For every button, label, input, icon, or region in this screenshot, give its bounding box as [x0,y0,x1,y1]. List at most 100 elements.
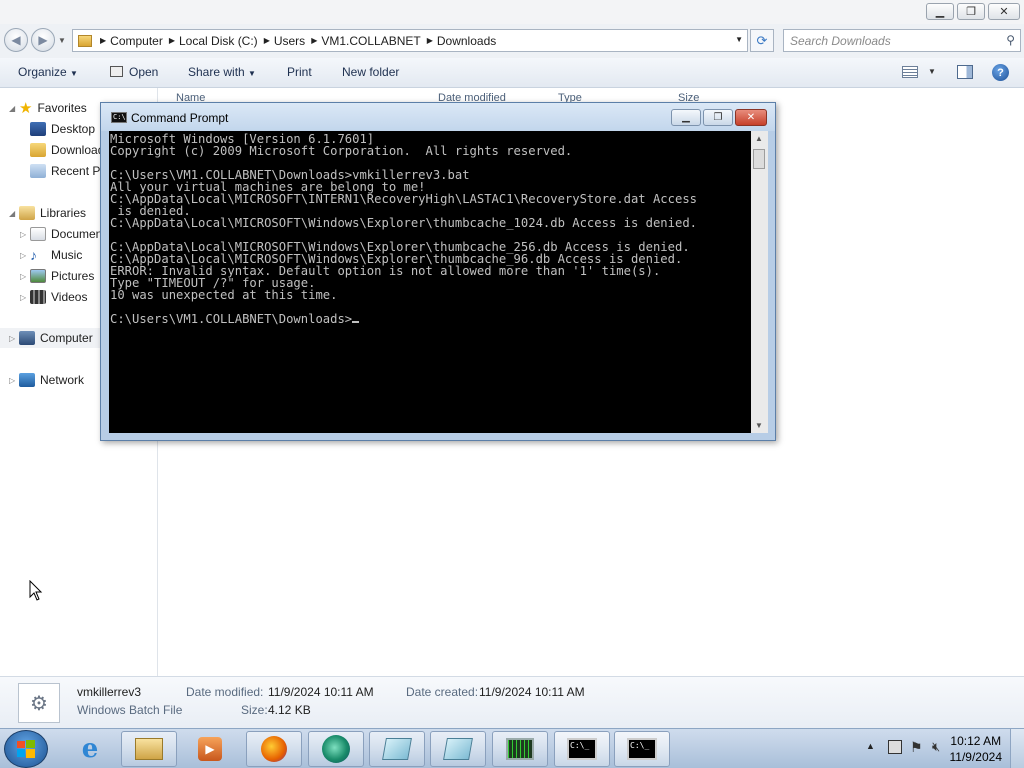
task-manager-icon [506,738,534,760]
start-button[interactable] [4,730,48,768]
share-with-button[interactable]: Share with ▼ [188,65,256,79]
videos-icon [30,290,46,304]
minimize-button[interactable]: ▁ [926,3,954,20]
cmd-close-button[interactable]: ✕ [735,109,767,126]
breadcrumb-arrow-icon[interactable]: ▶ [264,36,270,45]
batch-file-icon: ⚙ [18,683,60,723]
breadcrumb-arrow-icon[interactable]: ▶ [427,36,433,45]
recent-places-icon [30,164,46,178]
details-file-type: Windows Batch File [77,703,183,717]
breadcrumb-arrow-icon[interactable]: ▶ [169,36,175,45]
console-prompt: C:\Users\VM1.COLLABNET\Downloads> [110,312,353,326]
refresh-button[interactable]: ⟳ [750,29,774,52]
help-icon[interactable]: ? [992,64,1009,81]
breadcrumb-users[interactable]: Users [274,34,305,48]
taskbar-app-edge[interactable] [308,731,364,767]
details-size: 4.12 KB [268,703,311,717]
expander-icon[interactable]: ▷ [20,272,30,281]
taskbar-command-prompt-1[interactable]: C:\_ [554,731,610,767]
clock-date: 11/9/2024 [949,750,1003,764]
details-size-label: Size: [241,703,268,717]
cmd-icon: C:\_ [627,738,657,760]
taskbar-firefox[interactable] [246,731,302,767]
address-bar[interactable]: ▶ Computer ▶ Local Disk (C:) ▶ Users ▶ V… [72,29,748,52]
breadcrumb-local-disk[interactable]: Local Disk (C:) [179,34,258,48]
command-prompt-title-bar[interactable]: C:\ Command Prompt ▁ ❐ ✕ [101,103,775,131]
scroll-down-icon[interactable]: ▼ [755,421,763,430]
command-bar: Organize ▼ Open Share with ▼ Print New f… [0,58,1024,88]
show-desktop-button[interactable] [1010,729,1024,768]
breadcrumb-user-folder[interactable]: VM1.COLLABNET [321,34,420,48]
folder-icon [78,34,92,47]
close-button[interactable]: ✕ [988,3,1020,20]
expander-icon[interactable]: ▷ [20,251,30,260]
cmd-icon: C:\ [111,112,127,123]
print-button[interactable]: Print [287,65,312,79]
scroll-up-icon[interactable]: ▲ [755,134,763,143]
details-date-created: 11/9/2024 10:11 AM [479,685,585,699]
app-icon [322,735,350,763]
expander-icon[interactable]: ▷ [9,334,19,343]
cmd-minimize-button[interactable]: ▁ [671,109,701,126]
forward-button[interactable]: ▶ [31,28,55,52]
address-dropdown-icon[interactable]: ▼ [735,35,743,44]
scrollbar-thumb[interactable] [753,149,765,169]
breadcrumb-arrow-icon: ▶ [100,36,107,45]
taskbar-command-prompt-2[interactable]: C:\_ [614,731,670,767]
window-title: Command Prompt [131,111,229,125]
clock[interactable]: 10:12 AM 11/9/2024 [950,733,1003,765]
back-button[interactable]: ◀ [4,28,28,52]
search-icon[interactable]: ⚲ [1006,33,1015,47]
internet-explorer-icon: e [81,734,99,764]
taskbar-media-player[interactable]: ▶ [182,731,238,767]
media-player-icon: ▶ [198,737,222,761]
chevron-down-icon: ▼ [248,69,256,78]
volume-muted-icon[interactable]: 🔇︎ [932,739,940,755]
console-line: 10 was unexpected at this time. [110,288,338,302]
preview-pane-icon[interactable] [957,65,973,79]
taskbar-app-script[interactable] [369,731,425,767]
libraries-icon [19,206,35,220]
maximize-button[interactable]: ❐ [957,3,985,20]
details-date-modified: 11/9/2024 10:11 AM [268,685,374,699]
new-folder-button[interactable]: New folder [342,65,399,79]
script-icon [382,738,412,760]
breadcrumb-computer[interactable]: Computer [110,34,163,48]
taskbar-windows-explorer[interactable] [121,731,177,767]
expander-icon[interactable]: ◢ [9,209,19,218]
expander-icon[interactable]: ◢ [9,104,19,113]
console-scrollbar[interactable]: ▲ ▼ [751,131,768,433]
console-line: Copyright (c) 2009 Microsoft Corporation… [110,144,573,158]
view-options-icon[interactable] [902,66,918,78]
action-center-flag-icon[interactable]: ⚑ [910,739,923,756]
organize-button[interactable]: Organize ▼ [18,65,78,79]
view-dropdown-icon[interactable]: ▼ [928,67,936,76]
details-file-name: vmkillerrev3 [77,685,142,699]
address-row: ◀ ▶ ▼ ▶ Computer ▶ Local Disk (C:) ▶ Use… [0,24,1024,58]
network-tray-icon[interactable] [888,740,902,754]
breadcrumb-arrow-icon[interactable]: ▶ [311,36,317,45]
column-headers: Name Date modified Type Size [160,88,760,104]
windows-logo-icon [17,740,35,758]
open-button[interactable]: Open [110,65,158,79]
expander-icon[interactable]: ▷ [20,293,30,302]
cmd-maximize-button[interactable]: ❐ [703,109,733,126]
search-input[interactable]: Search Downloads ⚲ [783,29,1021,52]
open-icon [110,66,123,77]
breadcrumb-downloads[interactable]: Downloads [437,34,496,48]
star-icon: ★ [19,100,33,117]
console-output[interactable]: Microsoft Windows [Version 6.1.7601] Cop… [109,131,751,433]
computer-icon [19,331,35,345]
expander-icon[interactable]: ▷ [9,376,19,385]
script-icon [443,738,473,760]
console-line: C:\AppData\Local\MICROSOFT\INTERN1\Recov… [110,192,697,206]
console-prompt-line[interactable]: C:\Users\VM1.COLLABNET\Downloads> [110,313,751,325]
recent-pages-icon[interactable]: ▼ [58,36,66,45]
taskbar-internet-explorer[interactable]: e [62,731,118,767]
details-date-created-label: Date created: [406,685,479,699]
taskbar-app-script-2[interactable] [430,731,486,767]
taskbar-task-manager[interactable] [492,731,548,767]
show-hidden-icons[interactable]: ▲ [866,741,875,751]
cmd-icon: C:\_ [567,738,597,760]
expander-icon[interactable]: ▷ [20,230,30,239]
